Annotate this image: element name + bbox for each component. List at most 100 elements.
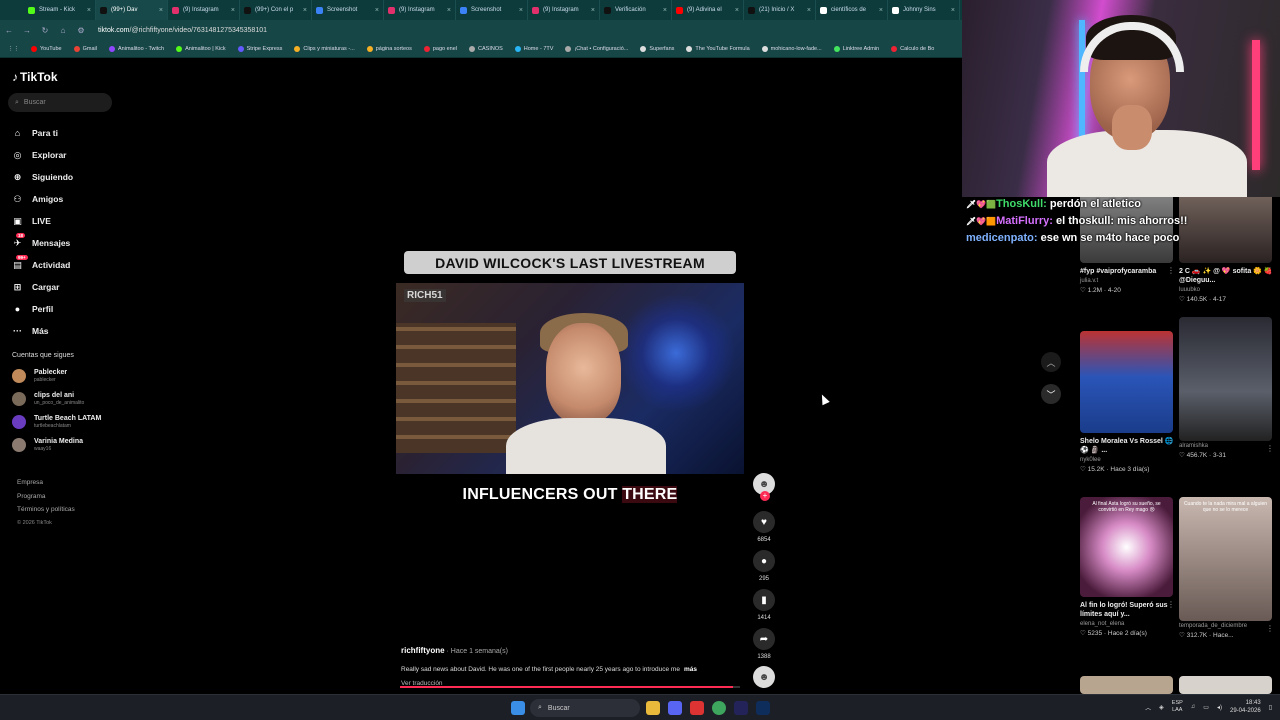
bookmark-item[interactable]: Linktree Admin: [833, 46, 879, 52]
followed-account[interactable]: Turtle Beach LATAM turtlebeachlatam: [12, 411, 116, 433]
nav-item-para-ti[interactable]: ⌂ Para ti: [12, 122, 120, 144]
browser-tab[interactable]: (21) Inicio / X ×: [744, 0, 816, 20]
bookmark-item[interactable]: ¡Chat • Configuració...: [565, 46, 628, 52]
sound-disc[interactable]: ☻: [752, 666, 776, 688]
nav-item-perfil[interactable]: ● Perfil: [12, 298, 120, 320]
site-info-icon[interactable]: ⚙: [72, 26, 90, 35]
bookmark-item[interactable]: Superfans: [640, 46, 674, 52]
browser-tab[interactable]: científicos de ×: [816, 0, 888, 20]
browser-tab[interactable]: Screenshot ×: [456, 0, 528, 20]
browser-tab[interactable]: Johnny Sins ×: [888, 0, 960, 20]
bookmark-item[interactable]: Clips y miniaturas -...: [294, 46, 355, 52]
browser-tab[interactable]: Screenshot ×: [312, 0, 384, 20]
feed-thumbnail[interactable]: Al final Asta logró su sueño, se convirt…: [1080, 497, 1173, 597]
footer-link-empresa[interactable]: Empresa: [17, 476, 75, 490]
comment-button[interactable]: ● 295: [752, 550, 776, 582]
feed-user[interactable]: temporada_de_diciembre: [1179, 623, 1274, 629]
nav-item-mensajes[interactable]: ✈ Mensajes 18: [12, 232, 120, 254]
search-input[interactable]: ⌕ Buscar: [8, 93, 112, 112]
follow-plus-icon[interactable]: +: [760, 491, 770, 501]
nav-item-amigos[interactable]: ⚇ Amigos: [12, 188, 120, 210]
language-indicator[interactable]: ESP LAA: [1172, 700, 1183, 714]
previous-video-button[interactable]: ︿: [1041, 352, 1061, 372]
browser-tab[interactable]: (9) Adivina el ×: [672, 0, 744, 20]
nav-item-live[interactable]: ▣ LIVE: [12, 210, 120, 232]
followed-account[interactable]: Pablecker pablecker: [12, 365, 116, 387]
browser-tab[interactable]: (99+) Con el p ×: [240, 0, 312, 20]
notification-icon[interactable]: ▯: [1269, 704, 1272, 711]
bookmark-item[interactable]: mohicano-low-fade...: [761, 46, 822, 52]
nav-item-siguiendo[interactable]: ⊕ Siguiendo: [12, 166, 120, 188]
browser-tab[interactable]: (9) Instagram ×: [168, 0, 240, 20]
next-video-button[interactable]: ﹀: [1041, 384, 1061, 404]
feed-card[interactable]: Shelo Moralea Vs Rossel 🌐 ⚽ 🗿 ... nyk0lee…: [1080, 331, 1175, 473]
footer-link-programa[interactable]: Programa: [17, 490, 75, 504]
share-button[interactable]: ➦ 1388: [752, 628, 776, 660]
browser-tab[interactable]: (99+) Dav ×: [96, 0, 168, 20]
author-name[interactable]: richfiftyone: [401, 646, 445, 655]
calendar-app-icon[interactable]: [690, 701, 704, 715]
bookmark-item[interactable]: Stripe Express: [237, 46, 282, 52]
network-icon[interactable]: ◈: [1159, 704, 1164, 711]
close-tab-icon[interactable]: ×: [735, 7, 739, 14]
feed-user[interactable]: alramishka: [1179, 443, 1274, 449]
bookmark-item[interactable]: CASINOS: [469, 46, 503, 52]
close-tab-icon[interactable]: ×: [879, 7, 883, 14]
feed-user[interactable]: luuubko: [1179, 287, 1274, 293]
apps-icon[interactable]: ⋮⋮: [8, 46, 19, 52]
feed-thumbnail[interactable]: [1179, 676, 1272, 694]
taskbar-search[interactable]: ⌕ Buscar: [530, 699, 640, 717]
feed-card[interactable]: alramishka ♡ 456.7K · 3-31 ⋮: [1179, 317, 1274, 459]
file-explorer-icon[interactable]: [646, 701, 660, 715]
forward-icon[interactable]: →: [18, 26, 36, 35]
close-tab-icon[interactable]: ×: [951, 7, 955, 14]
bookmark-item[interactable]: página sorteos: [366, 46, 412, 52]
close-tab-icon[interactable]: ×: [807, 7, 811, 14]
close-tab-icon[interactable]: ×: [231, 7, 235, 14]
feed-thumbnail[interactable]: [1080, 331, 1173, 433]
more-options-icon[interactable]: ⋮: [1167, 436, 1175, 445]
close-tab-icon[interactable]: ×: [519, 7, 523, 14]
back-icon[interactable]: ←: [0, 26, 18, 35]
close-tab-icon[interactable]: ×: [447, 7, 451, 14]
feed-user[interactable]: nyk0lee: [1080, 457, 1175, 463]
feed-card[interactable]: Cuando te la nada mira mal a alguien que…: [1179, 497, 1274, 639]
volume-icon[interactable]: ◂): [1217, 704, 1222, 711]
nav-item-explorar[interactable]: ◎ Explorar: [12, 144, 120, 166]
bookmark-item[interactable]: Animalitoo | Kick: [176, 46, 226, 52]
premiere-icon[interactable]: [734, 701, 748, 715]
bookmark-item[interactable]: Calculo de Bo: [891, 46, 934, 52]
reload-icon[interactable]: ↻: [36, 26, 54, 35]
close-tab-icon[interactable]: ×: [159, 7, 163, 14]
author-avatar[interactable]: ☻ +: [752, 473, 776, 501]
followed-account[interactable]: Varinia Medina waay16: [12, 434, 116, 456]
close-tab-icon[interactable]: ×: [303, 7, 307, 14]
close-tab-icon[interactable]: ×: [375, 7, 379, 14]
more-options-icon[interactable]: ⋮: [1266, 624, 1274, 633]
nav-item-m-s[interactable]: ··· Más: [12, 320, 120, 342]
home-icon[interactable]: ⌂: [54, 26, 72, 35]
more-options-icon[interactable]: ⋮: [1167, 600, 1175, 609]
feed-card[interactable]: Al final Asta logró su sueño, se convirt…: [1080, 497, 1175, 637]
close-tab-icon[interactable]: ×: [663, 7, 667, 14]
like-button[interactable]: ♥ 6854: [752, 511, 776, 543]
browser-tab[interactable]: Verificación ×: [600, 0, 672, 20]
url-field[interactable]: tiktok.com/@richfiftyone/video/763148127…: [98, 27, 267, 34]
save-button[interactable]: ▮ 1414: [752, 589, 776, 621]
followed-account[interactable]: clips del ani un_poco_de_animalito: [12, 388, 116, 410]
feed-user[interactable]: elena_not_elena: [1080, 621, 1175, 627]
bookmark-item[interactable]: The YouTube Formula: [686, 46, 750, 52]
chrome-icon[interactable]: [712, 701, 726, 715]
tiktok-logo[interactable]: ♪ TikTok: [12, 70, 58, 84]
browser-tab[interactable]: (9) Instagram ×: [384, 0, 456, 20]
browser-tab[interactable]: Stream - Kick ×: [24, 0, 96, 20]
nav-item-cargar[interactable]: ⊞ Cargar: [12, 276, 120, 298]
bookmark-item[interactable]: pago enel: [423, 46, 457, 52]
feed-thumbnail[interactable]: [1080, 676, 1173, 694]
bookmark-item[interactable]: YouTube: [31, 46, 62, 52]
mic-icon[interactable]: ♫: [1191, 704, 1196, 710]
chevron-up-icon[interactable]: ︿: [1145, 703, 1151, 712]
bookmark-item[interactable]: Home - 7TV: [514, 46, 553, 52]
close-tab-icon[interactable]: ×: [591, 7, 595, 14]
feed-thumbnail[interactable]: Cuando te la nada mira mal a alguien que…: [1179, 497, 1272, 621]
